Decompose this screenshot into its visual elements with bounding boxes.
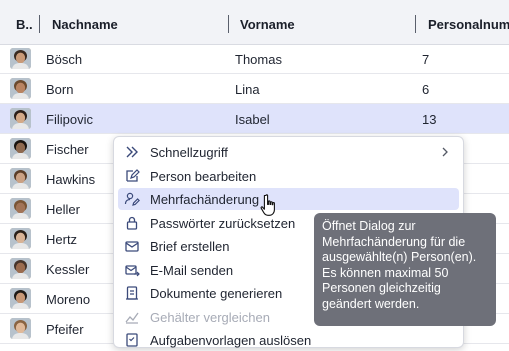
menu-item-person-bearbeiten[interactable]: Person bearbeiten <box>118 165 459 187</box>
avatar <box>10 108 31 129</box>
menu-item-aufgabenvorlagen-auslösen[interactable]: Aufgabenvorlagen auslösen <box>118 329 459 351</box>
table-row[interactable]: Bösch Thomas 7 <box>0 44 509 74</box>
tooltip: Öffnet Dialog zur Mehrfachänderung für d… <box>314 213 496 326</box>
cell-vorname: Lina <box>235 82 260 97</box>
cell-personalnummer: 6 <box>422 82 430 97</box>
tooltip-line: Personen gleichzeitig <box>322 281 441 295</box>
menu-item-mehrfachänderung[interactable]: Mehrfachänderung <box>118 188 459 210</box>
cell-nachname: Kessler <box>46 262 90 277</box>
avatar <box>10 138 31 159</box>
edit-icon <box>126 168 140 182</box>
cell-nachname: Bösch <box>46 52 83 67</box>
avatar <box>10 168 31 189</box>
chevron-right-icon <box>442 147 448 157</box>
avatar <box>10 198 31 219</box>
tooltip-line: Mehrfachänderung für die <box>322 234 466 249</box>
avatar <box>10 258 31 279</box>
menu-item-label: E-Mail senden <box>150 262 234 278</box>
menu-item-label: Mehrfachänderung <box>150 192 260 207</box>
cell-nachname: Pfeifer <box>46 322 84 337</box>
tooltip-line: Es können maximal 50 <box>322 265 449 280</box>
lock-icon <box>126 216 138 230</box>
avatar <box>10 48 31 69</box>
menu-item-label: Gehälter vergleichen <box>150 309 270 325</box>
cell-nachname: Hertz <box>46 232 78 247</box>
document-icon <box>126 286 138 300</box>
mail-icon <box>125 241 139 252</box>
avatar <box>10 318 31 339</box>
cell-nachname: Filipovic <box>46 112 93 127</box>
cell-personalnummer: 13 <box>422 112 437 127</box>
avatar <box>10 288 31 309</box>
column-separator[interactable] <box>415 15 416 33</box>
cell-nachname: Moreno <box>46 292 91 307</box>
cell-nachname: Hawkins <box>46 172 96 187</box>
cell-nachname: Fischer <box>46 142 89 157</box>
cell-vorname: Thomas <box>235 52 282 67</box>
menu-item-schnellzugriff[interactable]: Schnellzugriff <box>118 141 459 163</box>
column-header-nachname[interactable]: Nachname <box>52 17 118 32</box>
column-separator[interactable] <box>228 15 229 33</box>
mail-send-icon <box>125 264 140 276</box>
tooltip-line: Öffnet Dialog zur <box>322 219 416 233</box>
cell-personalnummer: 7 <box>422 52 430 67</box>
column-separator[interactable] <box>39 15 40 33</box>
cell-vorname: Isabel <box>235 112 270 127</box>
chart-icon <box>125 312 139 324</box>
avatar <box>10 78 31 99</box>
column-header-bild[interactable]: B... <box>16 17 32 32</box>
double-chevron-right-icon <box>126 146 138 158</box>
tooltip-line: geändert werden. <box>322 296 420 311</box>
table-row[interactable]: Born Lina 6 <box>0 74 509 104</box>
menu-item-label: Person bearbeiten <box>150 168 257 184</box>
menu-item-label: Schnellzugriff <box>150 145 228 160</box>
grid-header: B... Nachname Vorname Personalnum... <box>0 0 509 45</box>
table-row[interactable]: Filipovic Isabel 13 <box>0 104 509 134</box>
avatar <box>10 228 31 249</box>
users-edit-icon <box>124 192 140 206</box>
hand-cursor-icon <box>260 194 275 216</box>
menu-item-label: Dokumente generieren <box>150 286 283 301</box>
tooltip-line: ausgewählte(n) Person(en). <box>322 250 477 264</box>
cell-nachname: Born <box>46 82 74 97</box>
cell-nachname: Heller <box>46 202 80 217</box>
tasks-icon <box>126 333 138 347</box>
column-header-personalnummer[interactable]: Personalnum... <box>428 17 509 32</box>
menu-item-label: Brief erstellen <box>150 239 230 254</box>
menu-item-label: Aufgabenvorlagen auslösen <box>150 333 312 348</box>
column-header-vorname[interactable]: Vorname <box>240 17 295 32</box>
